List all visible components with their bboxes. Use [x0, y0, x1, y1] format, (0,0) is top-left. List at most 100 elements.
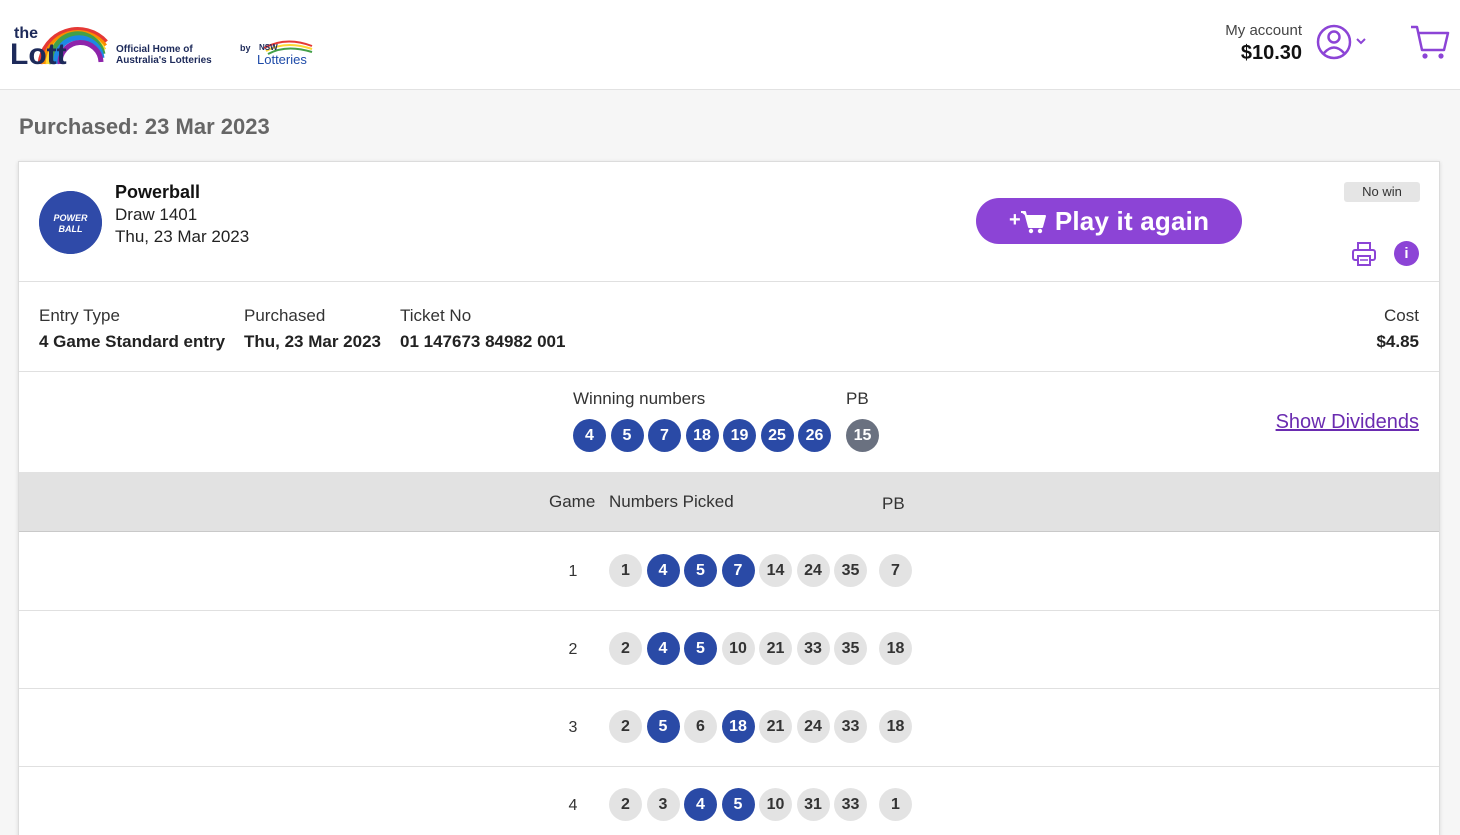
ticket-no-label: Ticket No [400, 306, 472, 325]
table-row: 1 1 4 5 7 14 24 35 7 [19, 533, 1439, 611]
play-it-again-button[interactable]: + Play it again [976, 198, 1242, 244]
powerball-ball: 18 [879, 710, 912, 743]
winning-number-ball: 7 [648, 419, 681, 452]
page-title: Purchased: 23 Mar 2023 [19, 114, 270, 139]
winning-number-ball: 26 [798, 419, 831, 452]
matched-number-ball: 5 [721, 788, 755, 821]
powerball-ball: 7 [879, 554, 912, 587]
play-it-again-label: Play it again [1054, 205, 1210, 236]
tagline-line-1: Official Home of [116, 44, 193, 55]
site-header: the Lott Official Home of Australia's Lo… [0, 0, 1460, 90]
number-ball: 2 [609, 710, 642, 743]
winning-number-ball: 25 [760, 419, 794, 452]
winning-numbers-section: Winning numbers PB 4 5 7 18 19 25 26 15 Show Di… [19, 372, 1439, 472]
svg-text:POWER: POWER [53, 213, 88, 223]
number-ball: 35 [834, 554, 867, 587]
ticket-no-value: 01 147673 84982 001 [400, 332, 566, 351]
game-number: 2 [568, 641, 578, 658]
draw-date: Thu, 23 Mar 2023 [115, 227, 250, 246]
matched-number-ball: 18 [721, 710, 755, 743]
svg-text:NSW: NSW [259, 43, 278, 52]
purchased-value: Thu, 23 Mar 2023 [244, 332, 382, 351]
number-ball: 21 [759, 632, 792, 665]
number-ball: 10 [721, 632, 755, 665]
winning-numbers-label: Winning numbers [573, 389, 706, 408]
cart-button[interactable] [1408, 22, 1450, 62]
ticket-number: Ticket No 01 147673 84982 001 [400, 306, 565, 352]
cost-value: $4.85 [1376, 332, 1419, 351]
svg-text:BALL: BALL [59, 224, 83, 234]
powerball-ball: 18 [879, 632, 912, 665]
powerball-logo: POWER BALL [39, 191, 102, 254]
status-badge: No win [1344, 182, 1420, 202]
games-table-header: Game Numbers Picked PB [19, 472, 1439, 532]
number-ball: 31 [796, 788, 830, 821]
table-row: 4 2 3 4 5 10 31 33 1 [19, 767, 1439, 835]
winning-number-ball: 5 [610, 419, 644, 452]
print-button[interactable] [1351, 241, 1377, 267]
purchased-date: Purchased Thu, 23 Mar 2023 [244, 306, 381, 352]
svg-text:Lott: Lott [10, 38, 67, 68]
winning-powerball-ball: 15 [846, 419, 879, 452]
number-ball: 24 [796, 554, 830, 587]
ticket-card: POWER BALL Powerball Draw 1401 Thu, 23 M… [18, 161, 1440, 835]
ticket-summary: POWER BALL Powerball Draw 1401 Thu, 23 M… [19, 162, 1439, 282]
svg-text:+: + [1009, 209, 1021, 231]
svg-text:Lotteries: Lotteries [257, 52, 307, 66]
account-balance: $10.30 [1240, 42, 1302, 64]
table-row: 2 2 4 5 10 21 33 35 18 [19, 611, 1439, 689]
add-to-cart-icon: + [1009, 209, 1046, 234]
number-ball: 2 [609, 788, 642, 821]
draw-number: Draw 1401 [115, 205, 198, 224]
account-menu-button[interactable] [1314, 22, 1370, 62]
number-ball: 21 [759, 710, 792, 743]
winning-number-ball: 18 [685, 419, 719, 452]
number-ball: 33 [834, 710, 867, 743]
tagline-line-2: Australia's Lotteries [116, 55, 212, 66]
ticket-cost: Cost $4.85 [1376, 306, 1419, 352]
nsw-lotteries-logo: NSW Lotteries [257, 40, 313, 66]
show-dividends-link[interactable]: Show Dividends [1276, 411, 1419, 434]
winning-pb-label: PB [846, 389, 869, 408]
cost-label: Cost [1384, 306, 1419, 325]
number-ball: 10 [759, 788, 792, 821]
user-circle-icon [1316, 24, 1366, 60]
game-name: Powerball [115, 182, 201, 202]
shopping-cart-icon [1411, 25, 1450, 59]
game-number: 1 [568, 563, 578, 580]
matched-number-ball: 4 [646, 632, 680, 665]
number-ball: 14 [759, 554, 792, 587]
the-lott-logo[interactable]: the Lott [10, 14, 110, 68]
account-label: My account [1225, 22, 1302, 39]
number-ball: 6 [684, 710, 717, 743]
logo-by-text: by [240, 43, 251, 53]
logo-tagline: Official Home of Australia's Lotteries [116, 44, 212, 66]
printer-icon [1352, 242, 1376, 266]
entry-type-label: Entry Type [39, 306, 120, 325]
winning-number-ball: 4 [573, 419, 606, 452]
pb-column-header: PB [882, 494, 905, 513]
number-ball: 3 [646, 788, 680, 821]
info-button[interactable]: i [1394, 241, 1419, 266]
entry-type-value: 4 Game Standard entry [39, 332, 226, 351]
number-ball: 33 [796, 632, 830, 665]
matched-number-ball: 5 [646, 710, 680, 743]
purchased-label: Purchased [244, 306, 326, 325]
number-ball: 24 [796, 710, 830, 743]
game-number: 3 [568, 719, 578, 736]
game-column-header: Game [549, 492, 596, 511]
numbers-column-header: Numbers Picked [609, 492, 734, 511]
number-ball: 35 [834, 632, 867, 665]
table-row: 3 2 5 6 18 21 24 33 18 [19, 689, 1439, 767]
matched-number-ball: 4 [646, 554, 680, 587]
entry-type: Entry Type 4 Game Standard entry [39, 306, 225, 352]
matched-number-ball: 4 [684, 788, 717, 821]
number-ball: 33 [834, 788, 867, 821]
number-ball: 1 [609, 554, 642, 587]
game-number: 4 [568, 797, 578, 814]
number-ball: 2 [609, 632, 642, 665]
matched-number-ball: 5 [684, 554, 717, 587]
matched-number-ball: 7 [721, 554, 755, 587]
account-summary[interactable]: My account $10.30 [1225, 22, 1302, 65]
matched-number-ball: 5 [684, 632, 717, 665]
